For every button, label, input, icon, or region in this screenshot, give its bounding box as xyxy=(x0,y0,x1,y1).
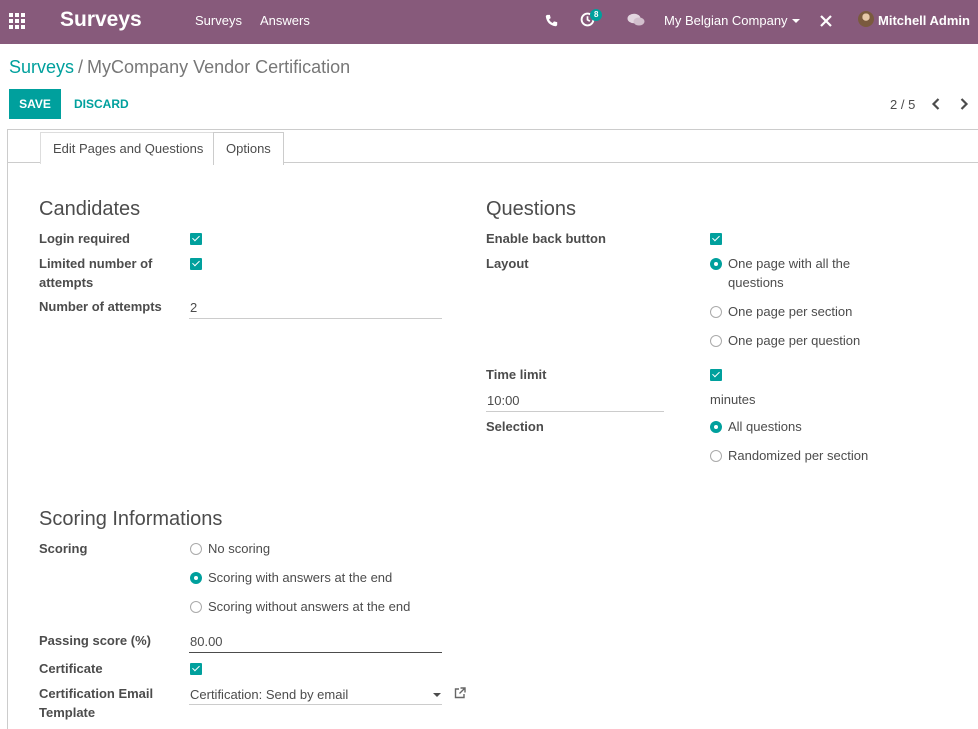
chevron-down-icon xyxy=(792,19,800,23)
layout-radio-per-question[interactable] xyxy=(710,335,722,347)
tools-icon[interactable] xyxy=(819,14,833,28)
email-template-label-cont: Template xyxy=(39,705,96,720)
layout-radio-one-page[interactable] xyxy=(710,258,722,270)
certificate-checkbox[interactable] xyxy=(190,663,202,675)
breadcrumb: Surveys / MyCompany Vendor Certification xyxy=(9,57,350,78)
user-menu[interactable]: Mitchell Admin xyxy=(878,13,970,28)
activity-count-badge: 8 xyxy=(590,9,603,21)
tab-edit-pages[interactable]: Edit Pages and Questions xyxy=(40,132,217,164)
scoring-title: Scoring Informations xyxy=(39,508,223,530)
save-button[interactable]: SAVE xyxy=(9,89,61,119)
layout-radio-per-section[interactable] xyxy=(710,306,722,318)
form-sheet: Edit Pages and Questions Options Candida… xyxy=(7,129,978,729)
scoring-radio-with-answers[interactable] xyxy=(190,572,202,584)
certificate-label: Certificate xyxy=(39,661,103,676)
time-limit-input[interactable]: 10:00 xyxy=(487,391,520,410)
email-template-label: Certification Email xyxy=(39,686,154,701)
chevron-right-icon[interactable] xyxy=(959,97,969,111)
layout-option-per-section[interactable]: One page per section xyxy=(728,302,852,321)
selection-option-all[interactable]: All questions xyxy=(728,417,802,436)
scoring-radio-none[interactable] xyxy=(190,543,202,555)
pager-value[interactable]: 2 / 5 xyxy=(890,97,915,112)
candidates-title: Candidates xyxy=(39,198,141,220)
time-limit-label: Time limit xyxy=(486,367,547,382)
num-attempts-underline xyxy=(189,318,442,319)
time-limit-underline xyxy=(486,411,664,412)
menu-answers[interactable]: Answers xyxy=(260,13,310,28)
breadcrumb-separator: / xyxy=(78,57,84,77)
layout-label: Layout xyxy=(486,256,529,271)
passing-score-underline xyxy=(189,652,442,653)
breadcrumb-surveys[interactable]: Surveys xyxy=(9,57,74,77)
chat-icon[interactable] xyxy=(627,13,645,27)
discard-button[interactable]: DISCARD xyxy=(74,97,129,111)
menu-surveys[interactable]: Surveys xyxy=(195,13,242,28)
time-limit-checkbox[interactable] xyxy=(710,369,722,381)
login-required-checkbox[interactable] xyxy=(190,233,202,245)
layout-option-per-question[interactable]: One page per question xyxy=(728,331,860,350)
phone-icon[interactable] xyxy=(545,14,558,27)
num-attempts-input[interactable]: 2 xyxy=(190,298,197,317)
scoring-radio-without-answers[interactable] xyxy=(190,601,202,613)
limited-attempts-checkbox[interactable] xyxy=(190,258,202,270)
selection-radio-randomized[interactable] xyxy=(710,450,722,462)
limited-attempts-label: Limited number of xyxy=(39,256,153,271)
passing-score-label: Passing score (%) xyxy=(39,633,151,648)
company-switcher[interactable]: My Belgian Company xyxy=(664,13,788,28)
limited-attempts-label-cont: attempts xyxy=(39,275,94,290)
apps-grid-icon[interactable] xyxy=(9,13,27,29)
selection-radio-all[interactable] xyxy=(710,421,722,433)
scoring-label: Scoring xyxy=(39,541,88,556)
login-required-label: Login required xyxy=(39,231,130,246)
tab-options[interactable]: Options xyxy=(213,132,284,165)
time-unit: minutes xyxy=(710,392,756,407)
chevron-left-icon[interactable] xyxy=(931,97,941,111)
scoring-option-without-answers[interactable]: Scoring without answers at the end xyxy=(208,597,410,616)
app-name[interactable]: Surveys xyxy=(60,8,142,32)
avatar[interactable] xyxy=(858,11,874,27)
selection-option-randomized[interactable]: Randomized per section xyxy=(728,446,868,465)
email-template-select[interactable]: Certification: Send by email xyxy=(190,685,348,704)
layout-option-one-page[interactable]: One page with all the xyxy=(728,254,850,273)
top-navbar: Surveys Surveys Answers 8 My Belgian Com… xyxy=(0,0,978,44)
notebook-tabs: Edit Pages and Questions Options xyxy=(8,130,978,165)
scoring-option-with-answers[interactable]: Scoring with answers at the end xyxy=(208,568,392,587)
passing-score-input[interactable]: 80.00 xyxy=(190,632,223,651)
back-button-label: Enable back button xyxy=(486,231,606,246)
layout-option-one-page-cont[interactable]: questions xyxy=(728,273,784,292)
selection-label: Selection xyxy=(486,419,544,434)
back-button-checkbox[interactable] xyxy=(710,233,722,245)
chevron-down-icon[interactable] xyxy=(433,693,441,697)
external-link-icon[interactable] xyxy=(454,687,466,699)
page-title: MyCompany Vendor Certification xyxy=(87,57,351,77)
scoring-option-none[interactable]: No scoring xyxy=(208,539,270,558)
email-template-underline xyxy=(189,704,442,705)
questions-title: Questions xyxy=(486,198,577,220)
num-attempts-label: Number of attempts xyxy=(39,299,162,314)
